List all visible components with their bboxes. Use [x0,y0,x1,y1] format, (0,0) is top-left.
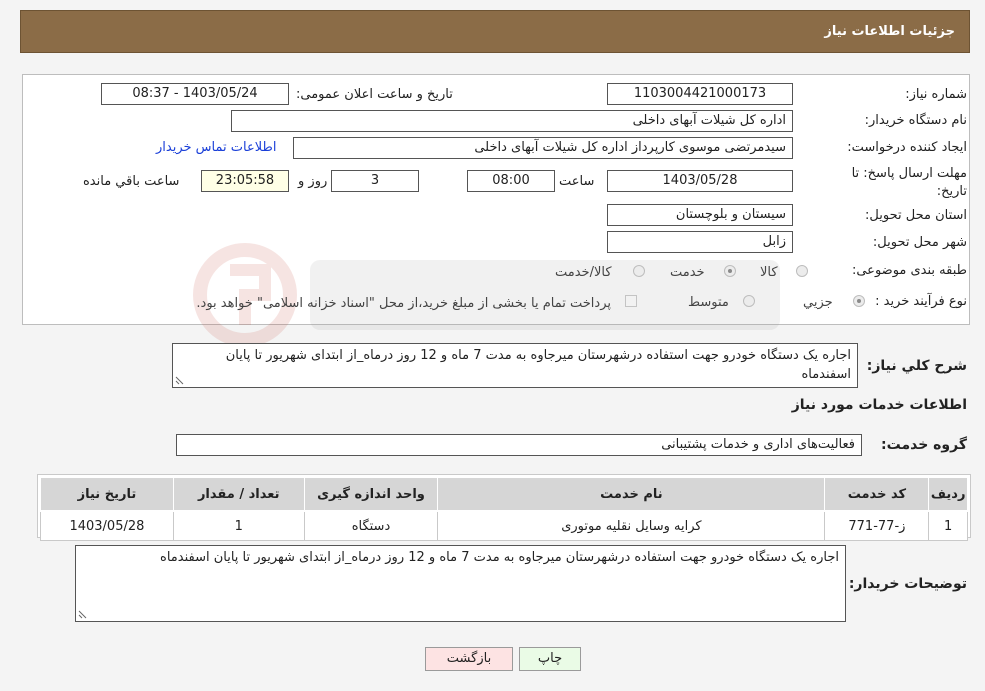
time-word: ساعت [559,174,595,189]
general-desc-label: شرح کلي نياز: [866,358,967,374]
need-number-label: شماره نیاز: [905,87,967,102]
category-radio-goods[interactable] [796,265,808,277]
general-desc-textarea[interactable]: اجاره یک دستگاه خودرو جهت استفاده درشهرس… [172,343,858,388]
deadline-time-field: 08:00 [467,170,555,192]
announce-datetime-label: تاریخ و ساعت اعلان عمومی: [296,87,453,102]
province-field: سیستان و بلوچستان [607,204,793,226]
category-option-goods-service: کالا/خدمت [555,265,612,280]
category-radio-goods-service[interactable] [633,265,645,277]
category-label: طبقه بندی موضوعی: [851,263,967,278]
buyer-org-field: اداره کل شیلات آبهای داخلی [231,110,793,132]
cell-unit: دستگاه [303,510,439,541]
services-table: ردیف کد خدمت نام خدمت واحد اندازه گیری ت… [40,477,968,541]
deadline-date-label: تاریخ: [936,184,967,199]
buyer-contact-link[interactable]: اطلاعات تماس خریدار [156,140,276,155]
cell-service-code: ز-77-771 [824,510,930,541]
city-label: شهر محل تحویل: [872,235,967,250]
city-field: زابل [607,231,793,253]
process-type-label: نوع فرآیند خرید : [875,294,967,309]
deadline-label: مهلت ارسال پاسخ: تا [851,166,967,181]
col-header-quantity: تعداد / مقدار [172,477,305,512]
days-word: روز و [298,174,328,189]
process-option-medium: متوسط [688,295,729,310]
category-option-service: خدمت [670,265,705,280]
province-label: استان محل تحویل: [865,208,967,223]
days-field: 3 [331,170,419,192]
col-header-row-number: ردیف [928,477,968,512]
col-header-unit: واحد اندازه گیری [303,477,439,512]
resize-handle-icon[interactable] [175,375,185,385]
page-header: جزئیات اطلاعات نیاز [20,10,970,53]
col-header-service-name: نام خدمت [437,477,826,512]
cell-row-number: 1 [928,510,968,541]
services-info-heading: اطلاعات خدمات مورد نیاز [791,397,967,413]
process-option-minor: جزيي [803,295,833,310]
page-title: جزئیات اطلاعات نیاز [824,24,955,39]
buyer-notes-textarea[interactable]: اجاره یک دستگاه خودرو جهت استفاده درشهرس… [75,545,846,622]
back-button[interactable]: بازگشت [425,647,513,671]
announce-datetime-field: 1403/05/24 - 08:37 [101,83,289,105]
treasury-payment-checkbox[interactable] [625,295,637,307]
category-radio-service[interactable] [724,265,736,277]
deadline-date-field: 1403/05/28 [607,170,793,192]
col-header-service-code: کد خدمت [824,477,930,512]
remaining-word: ساعت باقي مانده [83,174,180,189]
category-option-goods: کالا [760,265,778,280]
service-group-field: فعالیت‌های اداری و خدمات پشتیبانی [176,434,862,456]
services-table-header: ردیف کد خدمت نام خدمت واحد اندازه گیری ت… [40,477,968,512]
cell-need-date: 1403/05/28 [40,510,174,541]
buyer-org-label: نام دستگاه خریدار: [864,113,967,128]
requester-label: ایجاد کننده درخواست: [847,140,967,155]
print-button[interactable]: چاپ [519,647,581,671]
buyer-notes-label: توضیحات خریدار: [848,576,967,592]
service-group-label: گروه خدمت: [881,437,967,453]
table-row: 1 ز-77-771 کرایه وسایل نقلیه موتوری دستگ… [40,510,968,541]
cell-quantity: 1 [172,510,305,541]
resize-handle-icon[interactable] [78,609,88,619]
need-number-field: 1103004421000173 [607,83,793,105]
process-radio-minor[interactable] [853,295,865,307]
payment-note: پرداخت تمام یا بخشی از مبلغ خرید،از محل … [196,296,611,311]
process-radio-medium[interactable] [743,295,755,307]
cell-service-name: کرایه وسایل نقلیه موتوری [437,510,826,541]
col-header-need-date: تاریخ نیاز [40,477,174,512]
remaining-time-field: 23:05:58 [201,170,289,192]
requester-field: سیدمرتضی موسوی کارپرداز اداره کل شیلات آ… [293,137,793,159]
